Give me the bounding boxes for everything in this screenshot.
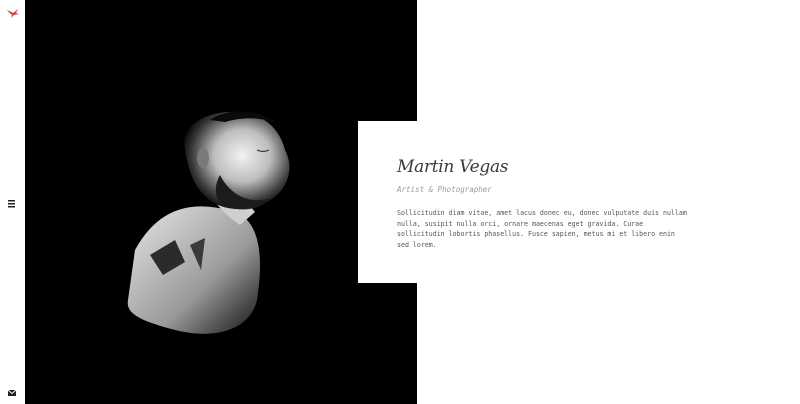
profile-name: Martin Vegas bbox=[397, 157, 509, 177]
envelope-icon[interactable] bbox=[7, 385, 18, 396]
sidebar bbox=[0, 0, 25, 404]
hamburger-menu-icon[interactable] bbox=[6, 196, 19, 208]
profile-card: Martin Vegas Artist & Photographer Solli… bbox=[358, 121, 700, 283]
bird-logo-icon[interactable] bbox=[6, 6, 20, 18]
profile-bio: Sollicitudin diam vitae, amet lacus done… bbox=[397, 209, 687, 249]
profile-role: Artist & Photographer bbox=[397, 185, 492, 194]
